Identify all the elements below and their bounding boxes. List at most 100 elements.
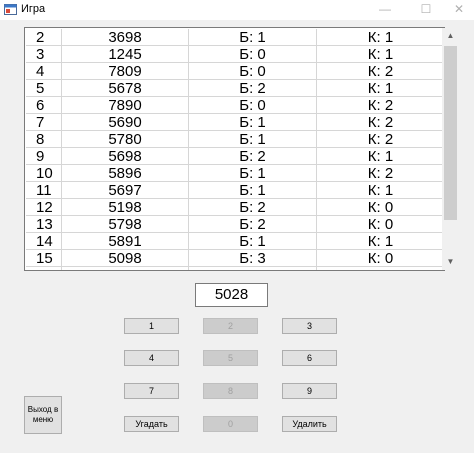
scroll-down-icon[interactable]: ▼ [442, 254, 459, 270]
minimize-icon[interactable]: — [368, 0, 402, 20]
bulls-cell: Б: 1 [189, 114, 317, 131]
row-number-cell: 11 [26, 182, 62, 199]
row-number-cell: 7 [26, 114, 62, 131]
bulls-cell: Б: 2 [189, 199, 317, 216]
cows-cell: К: 1 [317, 46, 444, 63]
key-0-button[interactable]: 0 [203, 416, 258, 432]
table-row[interactable]: 3 1245 Б: 0 К: 1 [26, 46, 442, 63]
guess-cell: 5690 [62, 114, 189, 131]
grid-rows: 2 3698 Б: 1 К: 1 3 1245 Б: 0 К: 1 4 7809 Б: 0 К: 25… [26, 29, 444, 270]
guess-cell: 5798 [62, 216, 189, 233]
cows-cell: К: 1 [317, 80, 444, 97]
table-row[interactable]: 14 5891 Б: 1 К: 1 [26, 233, 442, 250]
window-title: Игра [21, 3, 46, 15]
bulls-cell: Б: 2 [189, 148, 317, 165]
table-row[interactable]: 13 5798 Б: 2 К: 0 [26, 216, 442, 233]
table-row[interactable]: 5 5678 Б: 2 К: 1 [26, 80, 442, 97]
bulls-cell: Б: 0 [189, 63, 317, 80]
row-number-cell: 2 [26, 29, 62, 46]
table-row[interactable]: 8 5780 Б: 1 К: 2 [26, 131, 442, 148]
key-8-button[interactable]: 8 [203, 383, 258, 399]
maximize-icon[interactable]: ☐ [409, 0, 443, 20]
guess-cell: 5198 [62, 199, 189, 216]
scroll-up-icon[interactable]: ▲ [442, 28, 459, 44]
table-row[interactable]: 165018Б: 3К: 0 [26, 267, 444, 270]
exit-to-menu-label: Выход в меню [27, 405, 59, 424]
guess-cell: 5678 [62, 80, 189, 97]
guess-cell: 1245 [62, 46, 189, 63]
guess-cell: 7890 [62, 97, 189, 114]
key-7-button[interactable]: 7 [124, 383, 179, 399]
table-row[interactable]: 7 5690 Б: 1 К: 2 [26, 114, 442, 131]
cows-cell: К: 2 [317, 165, 444, 182]
guess-cell: 7809 [62, 63, 189, 80]
app-window-icon [4, 4, 17, 15]
guess-cell: 5098 [62, 250, 189, 267]
row-number-cell: 5 [26, 80, 62, 97]
table-row[interactable]: 12 5198 Б: 2 К: 0 [26, 199, 442, 216]
key-6-button[interactable]: 6 [282, 350, 337, 366]
cows-cell: К: 1 [317, 182, 444, 199]
cows-cell: К: 2 [317, 114, 444, 131]
table-row[interactable]: 11 5697 Б: 1 К: 1 [26, 182, 442, 199]
table-row[interactable]: 9 5698 Б: 2 К: 1 [26, 148, 442, 165]
key-1-button[interactable]: 1 [124, 318, 179, 334]
row-number-cell: 12 [26, 199, 62, 216]
bulls-cell: Б: 1 [189, 29, 317, 46]
row-number-cell: 6 [26, 97, 62, 114]
title-bar[interactable]: Игра — ☐ ✕ [0, 0, 474, 20]
guess-display: 5028 [195, 283, 268, 307]
guess-cell: 5780 [62, 131, 189, 148]
guess-history-grid[interactable]: 2 3698 Б: 1 К: 1 3 1245 Б: 0 К: 1 4 7809 Б: 0 К: 25… [24, 27, 445, 271]
guess-cell: 5891 [62, 233, 189, 250]
cows-cell: К: 0 [317, 216, 444, 233]
cows-cell: К: 2 [317, 131, 444, 148]
close-icon[interactable]: ✕ [444, 0, 474, 20]
cows-cell: К: 1 [317, 233, 444, 250]
cows-cell: К: 0 [317, 250, 444, 267]
row-number-cell: 16 [26, 267, 62, 270]
bulls-cell: Б: 0 [189, 97, 317, 114]
cows-cell: К: 1 [317, 29, 444, 46]
table-row[interactable]: 10 5896 Б: 1 К: 2 [26, 165, 442, 182]
key-9-button[interactable]: 9 [282, 383, 337, 399]
exit-to-menu-button[interactable]: Выход в меню [24, 396, 62, 434]
key-2-button[interactable]: 2 [203, 318, 258, 334]
bulls-cell: Б: 1 [189, 182, 317, 199]
scrollbar-thumb[interactable] [444, 46, 457, 220]
table-row[interactable]: 15 5098 Б: 3 К: 0 [26, 250, 442, 267]
guess-cell: 5697 [62, 182, 189, 199]
bulls-cell: Б: 0 [189, 46, 317, 63]
table-row[interactable]: 4 7809 Б: 0 К: 2 [26, 63, 442, 80]
guess-button[interactable]: Угадать [124, 416, 179, 432]
table-row[interactable]: 2 3698 Б: 1 К: 1 [26, 29, 442, 46]
row-number-cell: 9 [26, 148, 62, 165]
bulls-cell: Б: 2 [189, 216, 317, 233]
bulls-cell: Б: 1 [189, 233, 317, 250]
key-4-button[interactable]: 4 [124, 350, 179, 366]
cows-cell: К: 0 [317, 267, 444, 270]
guess-cell: 5018 [62, 267, 189, 270]
cows-cell: К: 0 [317, 199, 444, 216]
cows-cell: К: 2 [317, 97, 444, 114]
row-number-cell: 4 [26, 63, 62, 80]
row-number-cell: 10 [26, 165, 62, 182]
row-number-cell: 15 [26, 250, 62, 267]
table-row[interactable]: 6 7890 Б: 0 К: 2 [26, 97, 442, 114]
bulls-cell: Б: 3 [189, 267, 317, 270]
grid-vertical-scrollbar[interactable]: ▲ ▼ [442, 28, 459, 270]
bulls-cell: Б: 3 [189, 250, 317, 267]
row-number-cell: 8 [26, 131, 62, 148]
bulls-cell: Б: 1 [189, 165, 317, 182]
guess-cell: 3698 [62, 29, 189, 46]
row-number-cell: 3 [26, 46, 62, 63]
key-3-button[interactable]: 3 [282, 318, 337, 334]
bulls-cell: Б: 2 [189, 80, 317, 97]
delete-button[interactable]: Удалить [282, 416, 337, 432]
bulls-cell: Б: 1 [189, 131, 317, 148]
row-number-cell: 13 [26, 216, 62, 233]
cows-cell: К: 2 [317, 63, 444, 80]
key-5-button[interactable]: 5 [203, 350, 258, 366]
guess-cell: 5698 [62, 148, 189, 165]
cows-cell: К: 1 [317, 148, 444, 165]
